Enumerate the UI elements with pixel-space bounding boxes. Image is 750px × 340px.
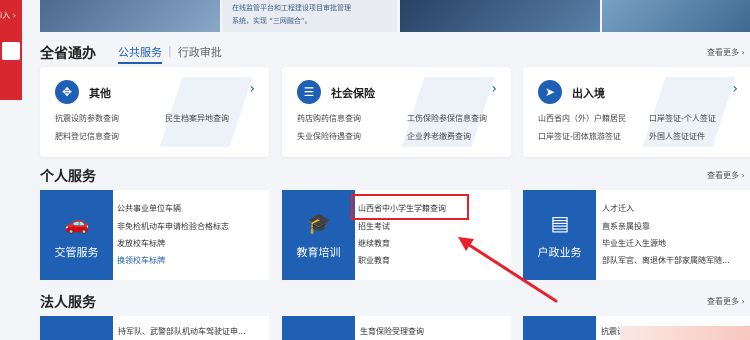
category-label: 交管服务 <box>54 246 99 259</box>
section-title-province: 全省通办 <box>40 46 96 62</box>
service-link[interactable]: 公共事业单位车辆 <box>117 203 181 214</box>
side-banner[interactable]: i入 › <box>0 0 22 100</box>
service-link[interactable]: 直系亲属投靠 <box>602 221 650 232</box>
banner-news-line1: 在线监管平台和工程建设项目审批管理 <box>232 4 351 12</box>
banner-news-line2: 系统，实现 “三网融合”。 <box>232 17 312 25</box>
service-link[interactable]: 工伤保险参保信息查询 <box>407 113 487 124</box>
banner-image-2[interactable] <box>400 0 600 32</box>
banner-news-tile[interactable]: 在线监管平台和工程建设项目审批管理 系统，实现 “三网融合”。 <box>222 0 397 32</box>
chevron-right-icon[interactable]: › <box>732 81 738 97</box>
service-link[interactable]: 持军队、武警部队机动车驾驶证申... <box>118 326 246 337</box>
service-link[interactable]: 生育保险受理查询 <box>360 326 424 337</box>
service-link[interactable]: 药店购药信息查询 <box>297 113 361 124</box>
graduation-cap-icon: 🎓 <box>306 211 332 235</box>
category-tile-traffic[interactable]: 🚗 交管服务 <box>40 190 113 280</box>
service-link[interactable]: 外国人签证证件 <box>649 131 705 142</box>
province-card-title: 社会保险 <box>331 87 375 100</box>
province-card-other[interactable]: ✥ 其他 › 抗震设防参数查询 民生档案异地查询 肥料登记信息查询 <box>40 67 269 157</box>
province-more-link[interactable]: 查看更多 <box>707 47 745 58</box>
province-card-exit-entry[interactable]: ➤ 出入境 › 山西省内（外）户籍居民 口岸签证-个人签证 口岸签证-团体旅游签… <box>523 67 750 157</box>
tab-admin-approval[interactable]: 行政审批 <box>178 44 222 64</box>
service-link[interactable]: 非免检机动车申请检验合格标志 <box>117 221 229 232</box>
chevron-right-icon[interactable]: › <box>491 81 497 97</box>
legal-card-2[interactable]: 生育保险受理查询 <box>282 316 511 340</box>
service-link[interactable]: 人才迁入 <box>602 203 634 214</box>
category-tile-household[interactable]: ▤ 户政业务 <box>523 190 596 280</box>
service-link[interactable]: 民生档案异地查询 <box>165 113 229 124</box>
category-tile[interactable] <box>40 316 113 340</box>
legal-card-1[interactable]: 持军队、武警部队机动车驾驶证申... <box>40 316 269 340</box>
service-link[interactable]: 继续教育 <box>358 238 390 249</box>
page: i入 › 在线监管平台和工程建设项目审批管理 系统，实现 “三网融合”。 全省通… <box>0 0 750 340</box>
service-link[interactable]: 口岸签证-团体旅游签证 <box>538 131 621 142</box>
personal-more-link[interactable]: 查看更多 <box>707 170 745 181</box>
section-title-legal: 法人服务 <box>40 295 96 311</box>
send-icon: ➤ <box>538 80 562 104</box>
personal-card-household[interactable]: ▤ 户政业务 人才迁入 直系亲属投靠 毕业生迁入生源地 部队军官、离退休干部家属… <box>523 190 750 280</box>
chevron-right-icon[interactable]: › <box>249 81 255 97</box>
annotation-arrow <box>458 237 558 303</box>
service-link[interactable]: 企业养老缴费查询 <box>407 131 471 142</box>
banner-image-3[interactable] <box>602 0 750 32</box>
category-tile[interactable] <box>523 316 596 340</box>
service-link[interactable]: 抗震设防参数查询 <box>55 113 119 124</box>
service-link[interactable]: 招生考试 <box>358 221 390 232</box>
document-icon <box>2 42 20 60</box>
car-icon: 🚗 <box>64 211 90 235</box>
province-card-title: 出入境 <box>572 87 605 100</box>
service-link[interactable]: 部队军官、离退休干部家属随军随... <box>602 255 730 266</box>
shield-icon: ☰ <box>297 80 321 104</box>
banner-image-1[interactable] <box>40 0 220 32</box>
grid-icon: ✥ <box>55 80 79 104</box>
category-label: 户政业务 <box>537 246 582 259</box>
category-tile[interactable] <box>282 316 355 340</box>
service-link[interactable]: 职业教育 <box>358 255 390 266</box>
id-card-icon: ▤ <box>550 211 570 235</box>
corner-decoration <box>620 326 750 340</box>
service-link[interactable]: 毕业生迁入生源地 <box>602 238 666 249</box>
legal-more-link[interactable]: 查看更多 <box>707 296 745 307</box>
service-link[interactable]: 山西省内（外）户籍居民 <box>538 113 626 124</box>
service-link[interactable]: 肥料登记信息查询 <box>55 131 119 142</box>
tab-separator: | <box>168 44 172 57</box>
province-tabs: 公共服务 | 行政审批 <box>118 44 222 64</box>
highlight-box <box>351 194 469 220</box>
personal-card-traffic[interactable]: 🚗 交管服务 公共事业单位车辆 非免检机动车申请检验合格标志 发放校车标牌 换领… <box>40 190 269 280</box>
category-tile-education[interactable]: 🎓 教育培训 <box>282 190 355 280</box>
province-card-social-insurance[interactable]: ☰ 社会保险 › 药店购药信息查询 工伤保险参保信息查询 失业保险待遇查询 企业… <box>282 67 511 157</box>
category-label: 教育培训 <box>296 246 341 259</box>
side-banner-text: i入 › <box>0 11 16 20</box>
card-watermark <box>159 77 253 147</box>
service-link[interactable]: 失业保险待遇查询 <box>297 131 361 142</box>
service-link[interactable]: 口岸签证-个人签证 <box>649 113 716 124</box>
service-link[interactable]: 发放校车标牌 <box>117 238 165 249</box>
service-link[interactable]: 换领校车标牌 <box>117 255 165 266</box>
tab-public-service[interactable]: 公共服务 <box>118 44 162 64</box>
province-card-title: 其他 <box>89 87 111 100</box>
section-title-personal: 个人服务 <box>40 169 96 185</box>
